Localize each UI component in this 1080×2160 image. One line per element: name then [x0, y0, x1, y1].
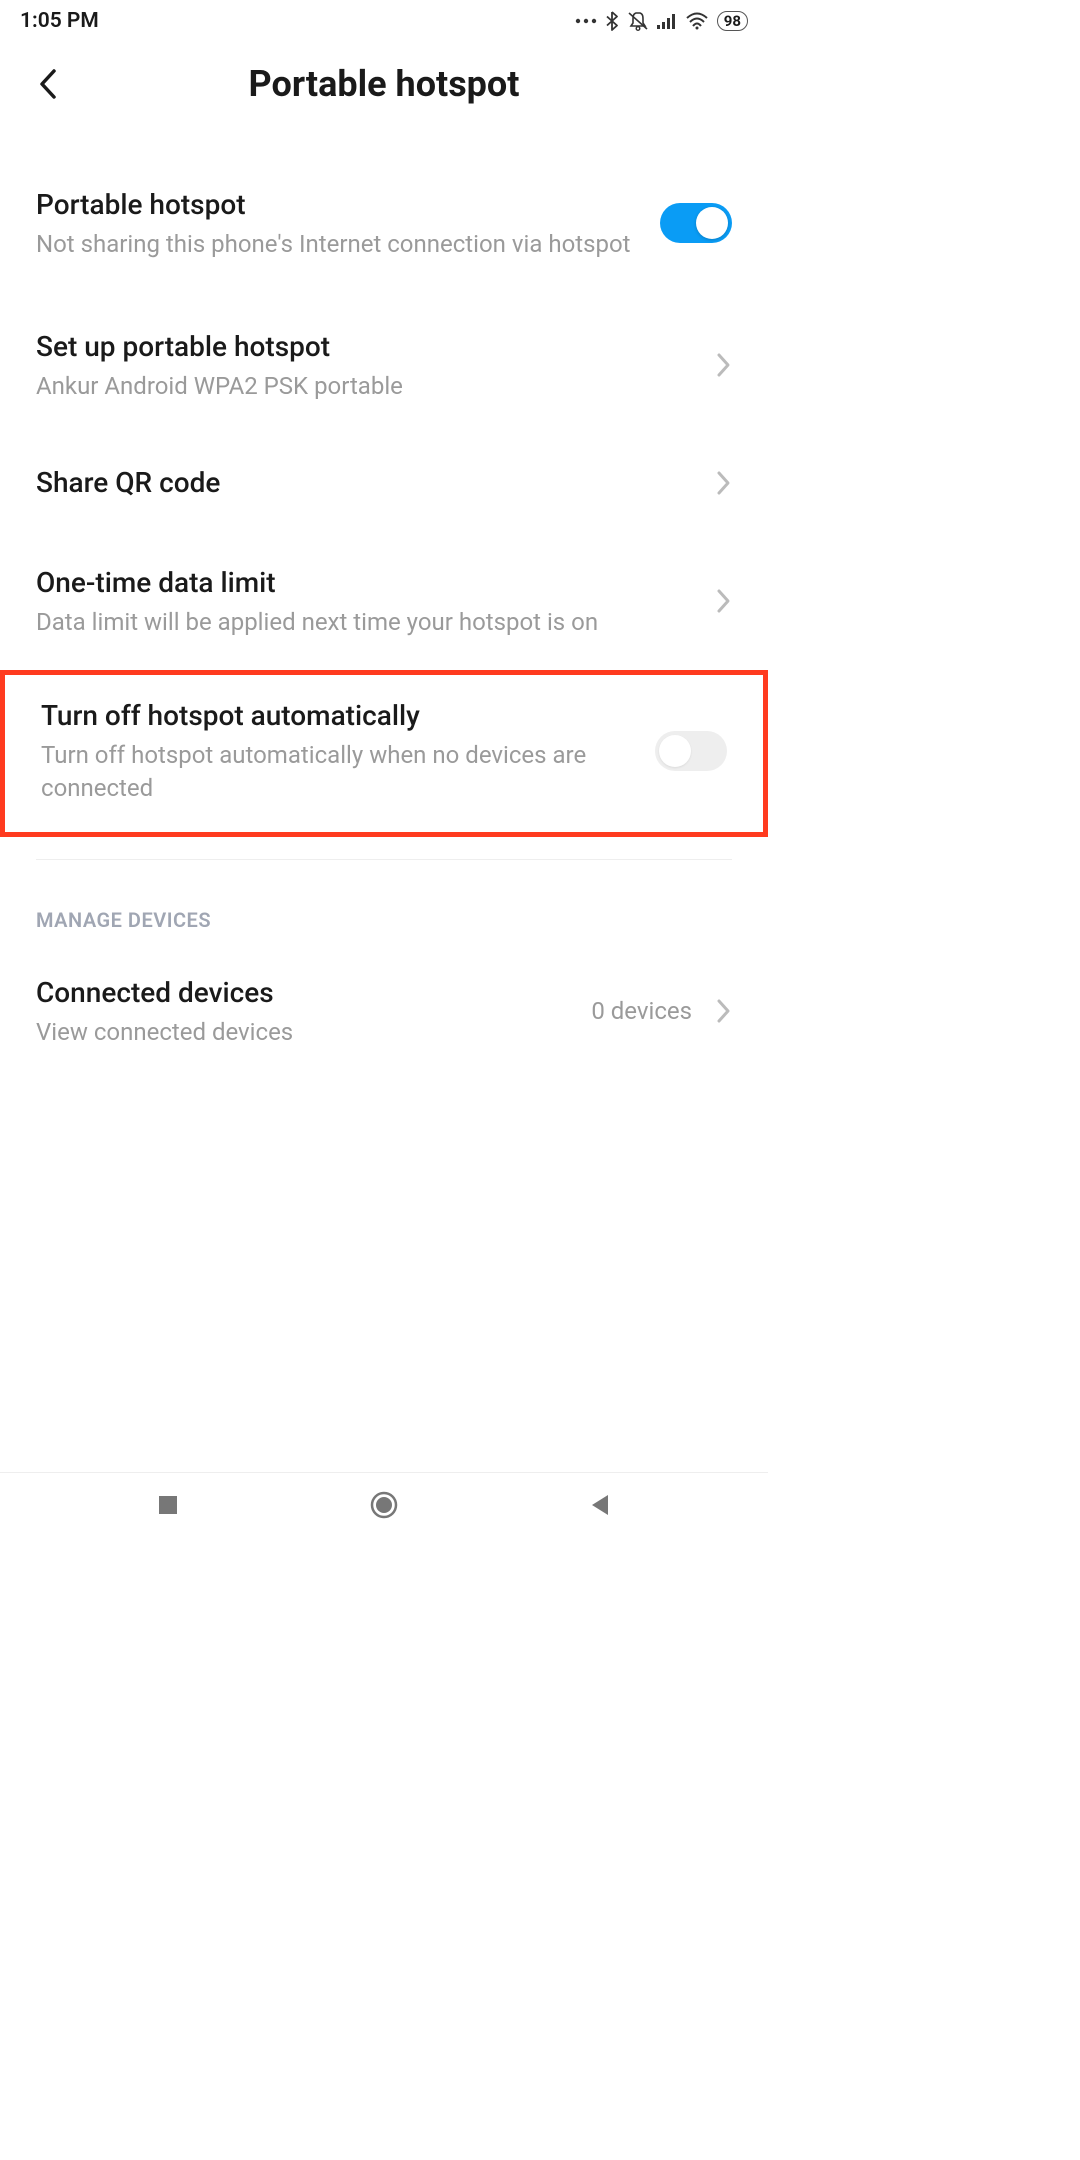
content-area: Portable hotspot Not sharing this phone'…: [0, 122, 768, 1076]
manage-devices-header: MANAGE DEVICES: [0, 860, 768, 950]
setup-hotspot-row[interactable]: Set up portable hotspot Ankur Android WP…: [0, 288, 768, 430]
setup-title: Set up portable hotspot: [36, 328, 700, 366]
hotspot-title: Portable hotspot: [36, 186, 644, 224]
data-limit-title: One-time data limit: [36, 564, 700, 602]
connected-title: Connected devices: [36, 974, 575, 1012]
data-limit-row[interactable]: One-time data limit Data limit will be a…: [0, 536, 768, 666]
chevron-right-icon: [716, 588, 732, 614]
circle-icon: [369, 1490, 399, 1520]
page-header: Portable hotspot: [0, 42, 768, 122]
auto-off-toggle[interactable]: [655, 731, 727, 771]
signal-icon: [657, 12, 677, 30]
connected-subtitle: View connected devices: [36, 1016, 575, 1048]
bluetooth-icon: [605, 11, 619, 31]
triangle-left-icon: [589, 1493, 611, 1517]
highlight-annotation: Turn off hotspot automatically Turn off …: [0, 670, 768, 837]
status-time: 1:05 PM: [20, 9, 99, 33]
nav-recent-button[interactable]: [138, 1475, 198, 1535]
hotspot-toggle[interactable]: [660, 203, 732, 243]
nav-back-button[interactable]: [570, 1475, 630, 1535]
nav-home-button[interactable]: [354, 1475, 414, 1535]
chevron-right-icon: [716, 998, 732, 1024]
auto-off-subtitle: Turn off hotspot automatically when no d…: [41, 739, 639, 804]
auto-off-row[interactable]: Turn off hotspot automatically Turn off …: [5, 679, 763, 822]
auto-off-title: Turn off hotspot automatically: [41, 697, 639, 735]
hotspot-toggle-row[interactable]: Portable hotspot Not sharing this phone'…: [0, 162, 768, 288]
connected-value: 0 devices: [591, 997, 692, 1025]
status-bar: 1:05 PM 98: [0, 0, 768, 42]
navigation-bar: [0, 1472, 768, 1536]
back-button[interactable]: [36, 64, 76, 104]
wifi-icon: [685, 12, 709, 30]
connected-devices-row[interactable]: Connected devices View connected devices…: [0, 950, 768, 1076]
more-icon: [575, 17, 597, 25]
hotspot-subtitle: Not sharing this phone's Internet connec…: [36, 228, 644, 260]
battery-indicator: 98: [717, 11, 748, 31]
share-qr-row[interactable]: Share QR code: [0, 430, 768, 536]
qr-title: Share QR code: [36, 464, 700, 502]
setup-subtitle: Ankur Android WPA2 PSK portable: [36, 370, 700, 402]
status-icons: 98: [575, 11, 748, 31]
page-title: Portable hotspot: [249, 63, 520, 105]
square-icon: [157, 1494, 179, 1516]
data-limit-subtitle: Data limit will be applied next time you…: [36, 606, 700, 638]
chevron-right-icon: [716, 352, 732, 378]
chevron-right-icon: [716, 470, 732, 496]
chevron-left-icon: [36, 67, 58, 101]
vibrate-mute-icon: [627, 11, 649, 31]
